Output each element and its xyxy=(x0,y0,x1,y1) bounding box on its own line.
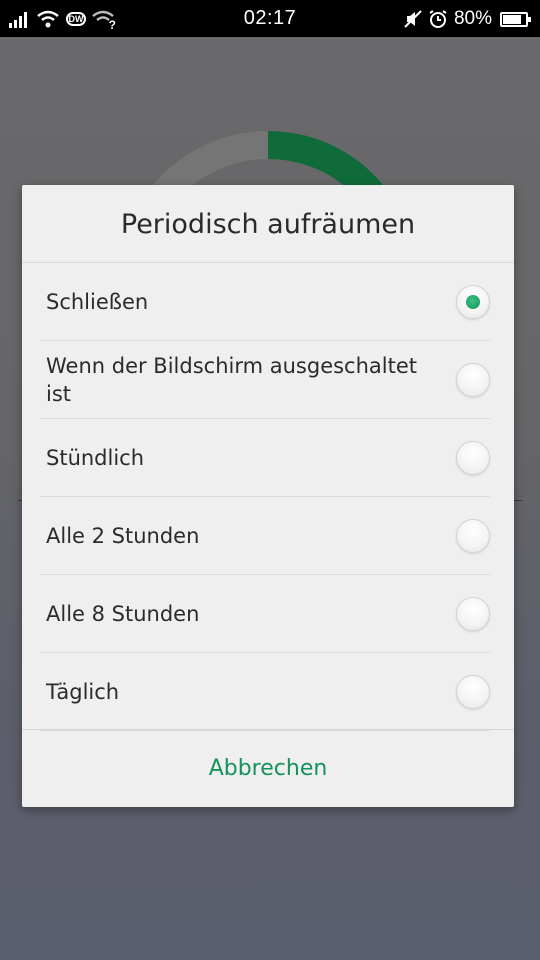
option-hourly[interactable]: Stündlich xyxy=(40,419,490,497)
option-every-8-hours[interactable]: Alle 8 Stunden xyxy=(40,575,490,653)
option-label: Täglich xyxy=(46,679,120,704)
radio-selected-dot xyxy=(466,294,480,309)
battery-fill xyxy=(503,14,521,24)
battery-icon xyxy=(500,11,531,27)
radio-button[interactable] xyxy=(456,674,490,709)
radio-button[interactable] xyxy=(456,362,490,397)
cleanup-dialog: Periodisch aufräumen Schließen Wenn der … xyxy=(22,185,514,807)
battery-percent: 80% xyxy=(453,8,492,29)
radio-button[interactable] xyxy=(456,596,490,631)
option-screen-off[interactable]: Wenn der Bildschirm ausgeschaltet ist xyxy=(40,341,490,419)
option-every-2-hours[interactable]: Alle 2 Stunden xyxy=(40,497,490,575)
option-label: Alle 2 Stunden xyxy=(46,523,200,548)
option-label: Alle 8 Stunden xyxy=(46,601,200,626)
radio-button[interactable] xyxy=(456,518,490,553)
cancel-button[interactable]: Abbrechen xyxy=(22,729,514,807)
radio-button[interactable] xyxy=(456,440,490,475)
alarm-icon xyxy=(429,10,447,28)
option-label: Wenn der Bildschirm ausgeschaltet ist xyxy=(46,353,417,406)
option-label: Stündlich xyxy=(46,445,145,470)
option-daily[interactable]: Täglich xyxy=(40,653,490,731)
radio-button[interactable] xyxy=(456,284,490,319)
status-bar: DW ? 02:17 80% xyxy=(0,0,540,37)
option-label: Schließen xyxy=(46,289,149,314)
option-close[interactable]: Schließen xyxy=(40,263,490,341)
mute-icon xyxy=(404,10,422,28)
dialog-title: Periodisch aufräumen xyxy=(22,185,514,263)
